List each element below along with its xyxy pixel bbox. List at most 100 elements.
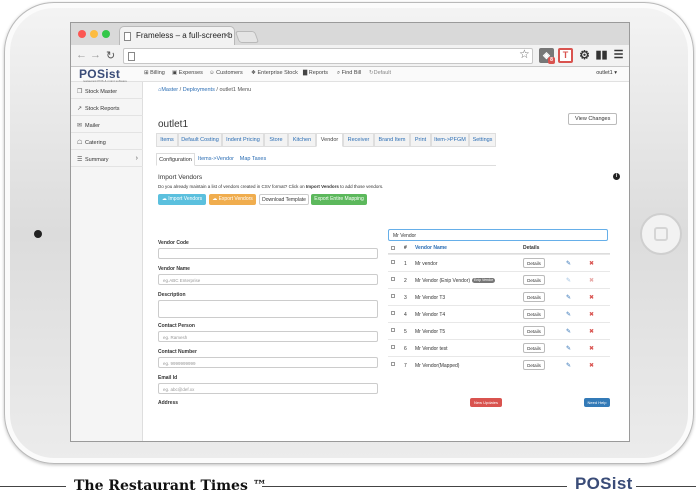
user-menu[interactable]: outlet1 ▾ <box>596 70 617 76</box>
gear-icon[interactable]: ⚙ <box>577 48 592 63</box>
nav-customers[interactable]: ☺ Customers <box>209 70 243 76</box>
row-checkbox[interactable] <box>391 345 395 349</box>
edit-icon[interactable]: ✎ <box>566 345 571 352</box>
tab-receiver[interactable]: Receiver <box>343 133 374 147</box>
tab-settings[interactable]: Settings <box>469 133 496 147</box>
details-button[interactable]: Details <box>523 292 545 302</box>
row-checkbox[interactable] <box>391 260 395 264</box>
export-vendors-button[interactable]: ☁ Export Vendors <box>209 194 256 205</box>
details-button[interactable]: Details <box>523 275 545 285</box>
description-textarea[interactable] <box>158 300 378 318</box>
tab-close-icon[interactable]: × <box>224 30 229 40</box>
reader-icon[interactable]: ▮▮ <box>594 48 609 63</box>
row-checkbox[interactable] <box>391 362 395 366</box>
address-bar[interactable] <box>123 48 533 64</box>
delete-icon[interactable]: ✖ <box>589 311 594 318</box>
edit-icon[interactable]: ✎ <box>566 260 571 267</box>
row-checkbox[interactable] <box>391 328 395 332</box>
close-window-button[interactable] <box>78 30 86 38</box>
row-checkbox[interactable] <box>391 311 395 315</box>
new-updates-button[interactable]: New Updates <box>470 398 502 407</box>
tab-store[interactable]: Store <box>264 133 288 147</box>
vendor-code-input[interactable] <box>158 248 378 259</box>
menu-icon[interactable]: ☰ <box>611 48 626 63</box>
tab-vendor[interactable]: Vendor <box>316 133 343 147</box>
extension-t-icon[interactable]: T <box>558 48 573 63</box>
breadcrumb-sep: / <box>216 87 218 93</box>
import-vendors-button[interactable]: ☁ Import Vendors <box>158 194 206 205</box>
subtab-configuration[interactable]: Configuration <box>156 153 195 166</box>
subtab-map-taxes[interactable]: Map Taxes <box>237 153 269 166</box>
edit-icon[interactable]: ✎ <box>566 362 571 369</box>
desc-bold: Import Vendors <box>305 184 339 189</box>
import-vendors-title: Import Vendors <box>158 174 203 181</box>
col-vendor-name[interactable]: Vendor Name <box>415 245 447 251</box>
sidebar-item-catering[interactable]: ☖ Catering <box>71 133 143 150</box>
tab-indent-pricing[interactable]: Indent Pricing <box>222 133 264 147</box>
vendor-name-input[interactable]: eg.ABC Enterprise <box>158 274 378 285</box>
contact-number-input[interactable]: eg. 9999999999 <box>158 357 378 368</box>
edit-icon[interactable]: ✎ <box>566 294 571 301</box>
delete-icon[interactable]: ✖ <box>589 260 594 267</box>
need-help-button[interactable]: Need Help <box>584 398 610 407</box>
table-row: 2 Mr Vendor (Enip Vendor) Enip Vendor Det… <box>388 271 610 288</box>
tab-default-costing[interactable]: Default Costing <box>178 133 222 147</box>
edit-icon[interactable]: ✎ <box>566 328 571 335</box>
tablet-home-button[interactable] <box>640 213 682 255</box>
tab-print[interactable]: Print <box>410 133 431 147</box>
nav-find-bill[interactable]: ⌕ Find Bill <box>337 70 361 77</box>
export-entire-mapping-button[interactable]: Export Entire Mapping <box>311 194 367 205</box>
delete-icon[interactable]: ✖ <box>589 345 594 352</box>
vendor-search-input[interactable]: Mr Vendor <box>388 229 608 241</box>
view-changes-button[interactable]: View Changes <box>568 113 618 125</box>
reload-icon[interactable]: ↻ <box>106 49 115 62</box>
details-button[interactable]: Details <box>523 343 545 353</box>
nav-label: Expenses <box>178 70 203 76</box>
nav-billing[interactable]: ⊞ Billing <box>144 70 165 76</box>
enip-vendor-badge: Enip Vendor <box>472 278 496 284</box>
tab-kitchen[interactable]: Kitchen <box>288 133 316 147</box>
delete-icon[interactable]: ✖ <box>589 362 594 369</box>
breadcrumb-master[interactable]: ⌂Master <box>158 87 178 93</box>
info-icon[interactable]: i <box>613 173 620 180</box>
subtab-items-vendor[interactable]: Items->Vendor <box>197 153 235 166</box>
expenses-icon: ▣ <box>172 70 178 76</box>
nav-reports[interactable]: ▇ Reports <box>303 70 328 76</box>
edit-icon[interactable]: ✎ <box>566 311 571 318</box>
contact-person-input[interactable]: eg. Ramesh <box>158 331 378 342</box>
sub-tabs: Configuration Items->Vendor Map Taxes <box>156 153 496 166</box>
sidebar-item-stock-reports[interactable]: ↗ Stock Reports <box>71 99 143 116</box>
nav-expenses[interactable]: ▣ Expenses <box>172 70 203 76</box>
sidebar-item-mailer[interactable]: ✉ Mailer <box>71 116 143 133</box>
nav-default[interactable]: ↻Default <box>369 70 391 76</box>
details-button[interactable]: Details <box>523 258 545 268</box>
maximize-window-button[interactable] <box>102 30 110 38</box>
download-template-button[interactable]: Download Template <box>259 194 309 205</box>
stock-master-icon: ❐ <box>77 89 83 95</box>
delete-icon[interactable]: ✖ <box>589 328 594 335</box>
nav-enterprise-stock[interactable]: ❖ Enterprise Stock <box>251 70 298 76</box>
desc-text: Do you already maintain a list of vendor… <box>158 184 306 189</box>
row-checkbox[interactable] <box>391 277 395 281</box>
details-button[interactable]: Details <box>523 360 545 370</box>
table-row: 4 Mr Vendor T4 Details ✎ ✖ <box>388 305 610 322</box>
sidebar-item-summary[interactable]: ☰ Summary › <box>71 150 143 167</box>
tab-brand-item[interactable]: Brand Item <box>374 133 410 147</box>
details-button[interactable]: Details <box>523 309 545 319</box>
delete-icon[interactable]: ✖ <box>589 294 594 301</box>
browser-tab[interactable]: Frameless – a full-screen b × <box>119 26 235 45</box>
forward-icon[interactable]: → <box>90 49 101 61</box>
bookmark-star-icon[interactable]: ☆ <box>519 47 530 61</box>
select-all-checkbox[interactable] <box>391 246 395 250</box>
sidebar-item-stock-master[interactable]: ❐ Stock Master <box>71 82 143 99</box>
back-icon[interactable]: ← <box>76 49 87 61</box>
minimize-window-button[interactable] <box>90 30 98 38</box>
breadcrumb-deployments[interactable]: Deployments <box>183 87 215 93</box>
new-tab-button[interactable] <box>234 31 260 43</box>
sidebar-item-label: Stock Master <box>85 89 118 95</box>
tab-item-pfgm[interactable]: Item->PFGM <box>431 133 469 147</box>
tab-items[interactable]: Items <box>156 133 178 147</box>
row-checkbox[interactable] <box>391 294 395 298</box>
email-input[interactable]: eg. abc@def.xx <box>158 383 378 394</box>
details-button[interactable]: Details <box>523 326 545 336</box>
